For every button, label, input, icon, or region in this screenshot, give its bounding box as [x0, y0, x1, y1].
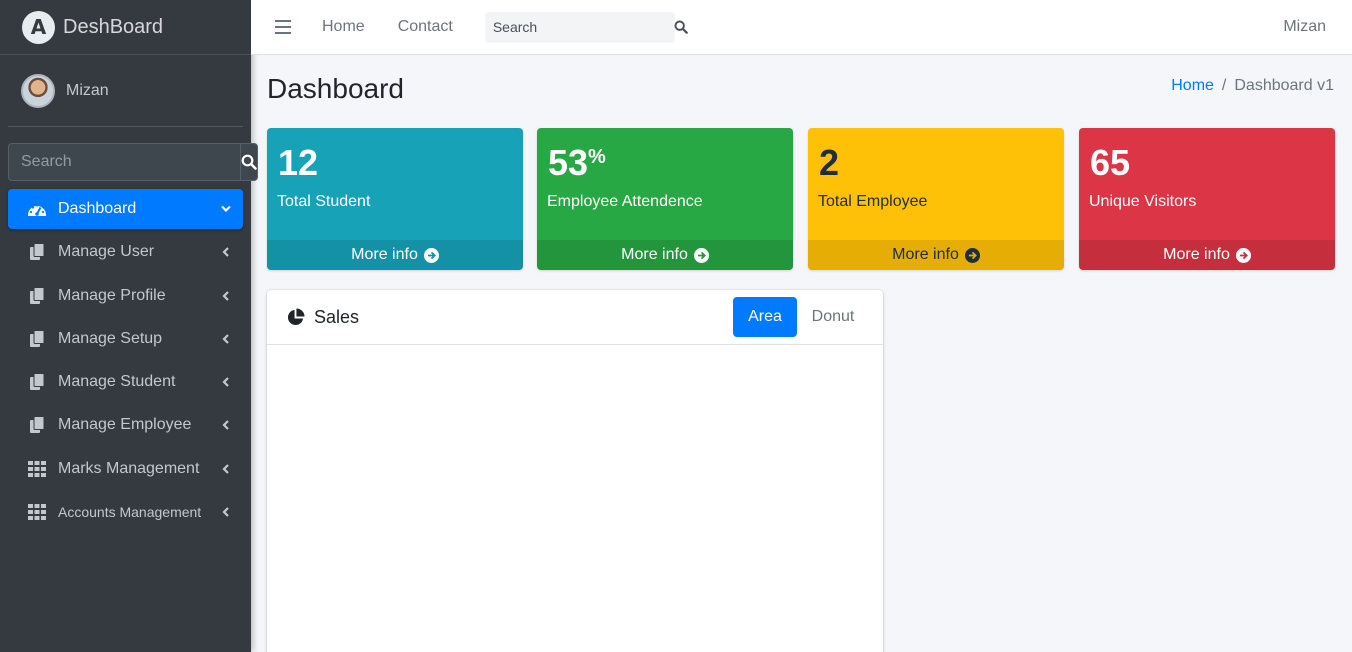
chevron-down-icon — [221, 204, 231, 214]
sidebar-item-label: Manage Employee — [58, 416, 192, 434]
brand-name: DeshBoard — [63, 15, 164, 38]
copy-icon — [26, 414, 48, 436]
sidebar: A DeshBoard Mizan Dashboard Manage User — [0, 0, 258, 652]
sidebar-item-label: Manage Profile — [58, 286, 166, 304]
more-info-link[interactable]: More info — [537, 240, 793, 270]
sales-card-header: Sales Area Donut — [267, 290, 883, 345]
info-box-total-student: 12 Total Student More info — [267, 128, 523, 270]
info-box-label: Total Student — [277, 193, 371, 210]
info-box-employee-attendence: 53% Employee Attendence More info — [537, 128, 793, 270]
pie-chart-icon — [287, 307, 305, 325]
tachometer-icon — [26, 198, 48, 220]
more-info-label: More info — [621, 246, 688, 263]
copy-icon — [26, 328, 48, 350]
sidebar-search-button[interactable] — [240, 143, 258, 181]
arrow-circle-right-icon — [964, 247, 980, 263]
sidebar-item-manage-user[interactable]: Manage User — [8, 232, 243, 272]
sidebar-item-marks-management[interactable]: Marks Management — [8, 449, 243, 489]
sidebar-item-manage-student[interactable]: Manage Student — [8, 362, 243, 402]
more-info-link[interactable]: More info — [1079, 240, 1335, 270]
arrow-circle-right-icon — [693, 247, 709, 263]
more-info-link[interactable]: More info — [267, 240, 523, 270]
info-box-value: 53% — [548, 142, 606, 183]
more-info-link[interactable]: More info — [808, 240, 1064, 270]
sidebar-item-manage-setup[interactable]: Manage Setup — [8, 319, 243, 359]
nav-link-home[interactable]: Home — [322, 18, 365, 36]
chevron-left-icon — [221, 247, 231, 258]
breadcrumb: Home / Dashboard v1 — [1171, 77, 1334, 95]
sidebar-search — [8, 143, 258, 181]
navbar-search — [484, 11, 688, 43]
sidebar-item-dashboard[interactable]: Dashboard — [8, 189, 243, 229]
info-box-total-employee: 2 Total Employee More info — [808, 128, 1064, 270]
sidebar-item-label: Dashboard — [58, 200, 137, 217]
brand-logo-letter: A — [30, 15, 47, 39]
sidebar-item-manage-profile[interactable]: Manage Profile — [8, 276, 243, 316]
navbar-search-input[interactable] — [484, 19, 674, 35]
tab-area[interactable]: Area — [733, 297, 797, 337]
info-box-label: Total Employee — [818, 193, 928, 210]
copy-icon — [26, 371, 48, 393]
chevron-left-icon — [221, 377, 231, 387]
sidebar-item-label: Manage Student — [58, 373, 176, 391]
brand-logo: A — [22, 10, 55, 44]
menu-toggle-icon[interactable] — [275, 20, 291, 34]
sidebar-item-label: Manage User — [58, 243, 155, 261]
grid-icon — [26, 458, 48, 480]
chevron-left-icon — [221, 464, 231, 474]
sidebar-nav: Dashboard Manage User Manage Profile Man… — [8, 189, 243, 532]
sidebar-item-label: Manage Setup — [58, 329, 163, 347]
sidebar-item-accounts-management[interactable]: Accounts Management — [8, 492, 243, 532]
info-box-value: 12 — [278, 142, 319, 183]
info-box-label: Employee Attendence — [547, 193, 703, 210]
nav-link-contact[interactable]: Contact — [398, 18, 453, 36]
tab-donut[interactable]: Donut — [801, 297, 865, 337]
top-navbar: Home Contact Mizan — [251, 0, 1352, 55]
breadcrumb-current: Dashboard v1 — [1234, 77, 1334, 94]
chevron-left-icon — [221, 507, 231, 517]
navbar-user[interactable]: Mizan — [1283, 18, 1326, 36]
info-box-value: 2 — [819, 142, 840, 183]
breadcrumb-home[interactable]: Home — [1171, 77, 1214, 94]
copy-icon — [26, 285, 48, 307]
info-box-label: Unique Visitors — [1089, 193, 1197, 210]
chevron-left-icon — [221, 420, 231, 431]
arrow-circle-right-icon — [423, 247, 439, 263]
info-box-unique-visitors: 65 Unique Visitors More info — [1079, 128, 1335, 270]
search-icon — [241, 154, 257, 170]
search-icon — [674, 20, 688, 34]
user-name: Mizan — [66, 81, 109, 99]
chevron-left-icon — [221, 290, 231, 301]
sales-card: Sales Area Donut — [267, 290, 883, 652]
page-title: Dashboard — [267, 73, 404, 104]
sidebar-item-label: Marks Management — [58, 459, 200, 477]
avatar — [21, 73, 55, 108]
user-panel[interactable]: Mizan — [8, 55, 243, 127]
grid-icon — [26, 501, 48, 523]
more-info-label: More info — [351, 246, 418, 263]
brand-link[interactable]: A DeshBoard — [0, 0, 251, 55]
sidebar-item-label: Accounts Management — [58, 504, 202, 521]
more-info-label: More info — [892, 246, 959, 263]
arrow-circle-right-icon — [1235, 247, 1251, 263]
navbar-search-button[interactable] — [674, 20, 688, 34]
more-info-label: More info — [1163, 246, 1230, 263]
copy-icon — [26, 241, 48, 263]
breadcrumb-separator: / — [1221, 77, 1227, 94]
chevron-left-icon — [221, 334, 231, 344]
sidebar-item-manage-employee[interactable]: Manage Employee — [8, 405, 243, 445]
sidebar-search-input[interactable] — [8, 143, 240, 181]
info-box-value: 65 — [1090, 142, 1131, 183]
sales-card-title: Sales — [314, 306, 360, 327]
